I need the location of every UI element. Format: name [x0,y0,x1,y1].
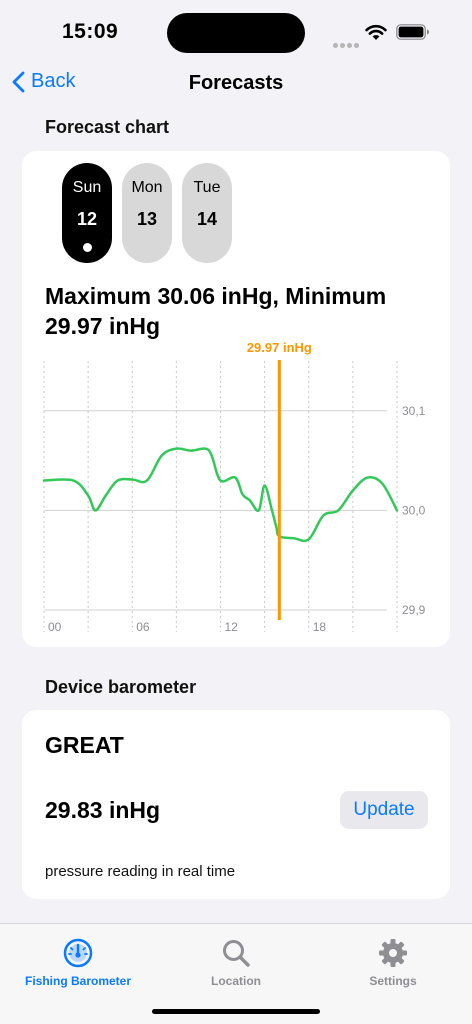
forecast-section-header: Forecast chart [45,117,170,137]
tab-label: Fishing Barometer [24,974,132,988]
device-caption: pressure reading in real time [45,863,236,880]
gear-icon [379,939,407,967]
day-name: Tue [193,179,221,196]
status-bar: 15:09 [0,0,472,64]
battery-icon [396,24,429,40]
day-number: 12 [76,209,98,229]
gauge-icon [63,938,93,968]
search-icon [223,940,250,967]
day-selector-sun[interactable]: Sun 12 [62,163,112,263]
day-name: Sun [72,179,102,196]
update-button[interactable]: Update [340,791,428,829]
day-name: Mon [131,179,163,196]
x-tick-label: 18 [313,620,327,634]
tab-location[interactable]: Location [166,938,306,988]
tab-settings[interactable]: Settings [323,938,463,988]
y-tick-label: 30,1 [402,404,426,418]
selected-value-label: 29.97 inHg [247,340,312,355]
navigation-bar: Back Forecasts [0,64,472,104]
device-pressure-value: 29.83 inHg [45,797,161,823]
pressure-forecast-chart[interactable]: 00 06 12 18 30,1 30,0 29,9 29.97 inHg [22,336,450,636]
device-section-header: Device barometer [45,677,197,697]
day-selector-tue[interactable]: Tue 14 [182,163,232,263]
x-tick-label: 12 [225,620,239,634]
status-time: 15:09 [62,20,119,43]
tab-label: Settings [369,974,417,988]
home-indicator [152,1009,320,1014]
dynamic-island [167,13,305,53]
day-number: 13 [136,209,158,229]
selected-day-dot [82,243,92,252]
tab-fishing-barometer[interactable]: Fishing Barometer [8,938,148,988]
tab-label: Location [211,974,261,988]
x-tick-label: 06 [136,620,150,634]
cellular-signal-icon [333,35,361,53]
y-tick-label: 29,9 [402,603,426,617]
pressure-min-max-summary: Maximum 30.06 inHg, Minimum 29.97 inHg [45,283,387,339]
forecast-card: Sun 12 Mon 13 Tue 14 Maximum 30.06 inHg,… [22,151,450,647]
wifi-icon [365,24,387,40]
day-number: 14 [196,209,218,229]
fishing-condition-status: GREAT [45,732,124,758]
x-tick-label: 00 [48,620,62,634]
y-tick-label: 30,0 [402,503,426,517]
day-selector-mon[interactable]: Mon 13 [122,163,172,263]
page-title: Forecasts [188,72,284,94]
device-barometer-card: GREAT 29.83 inHg Update pressure reading… [22,710,450,899]
